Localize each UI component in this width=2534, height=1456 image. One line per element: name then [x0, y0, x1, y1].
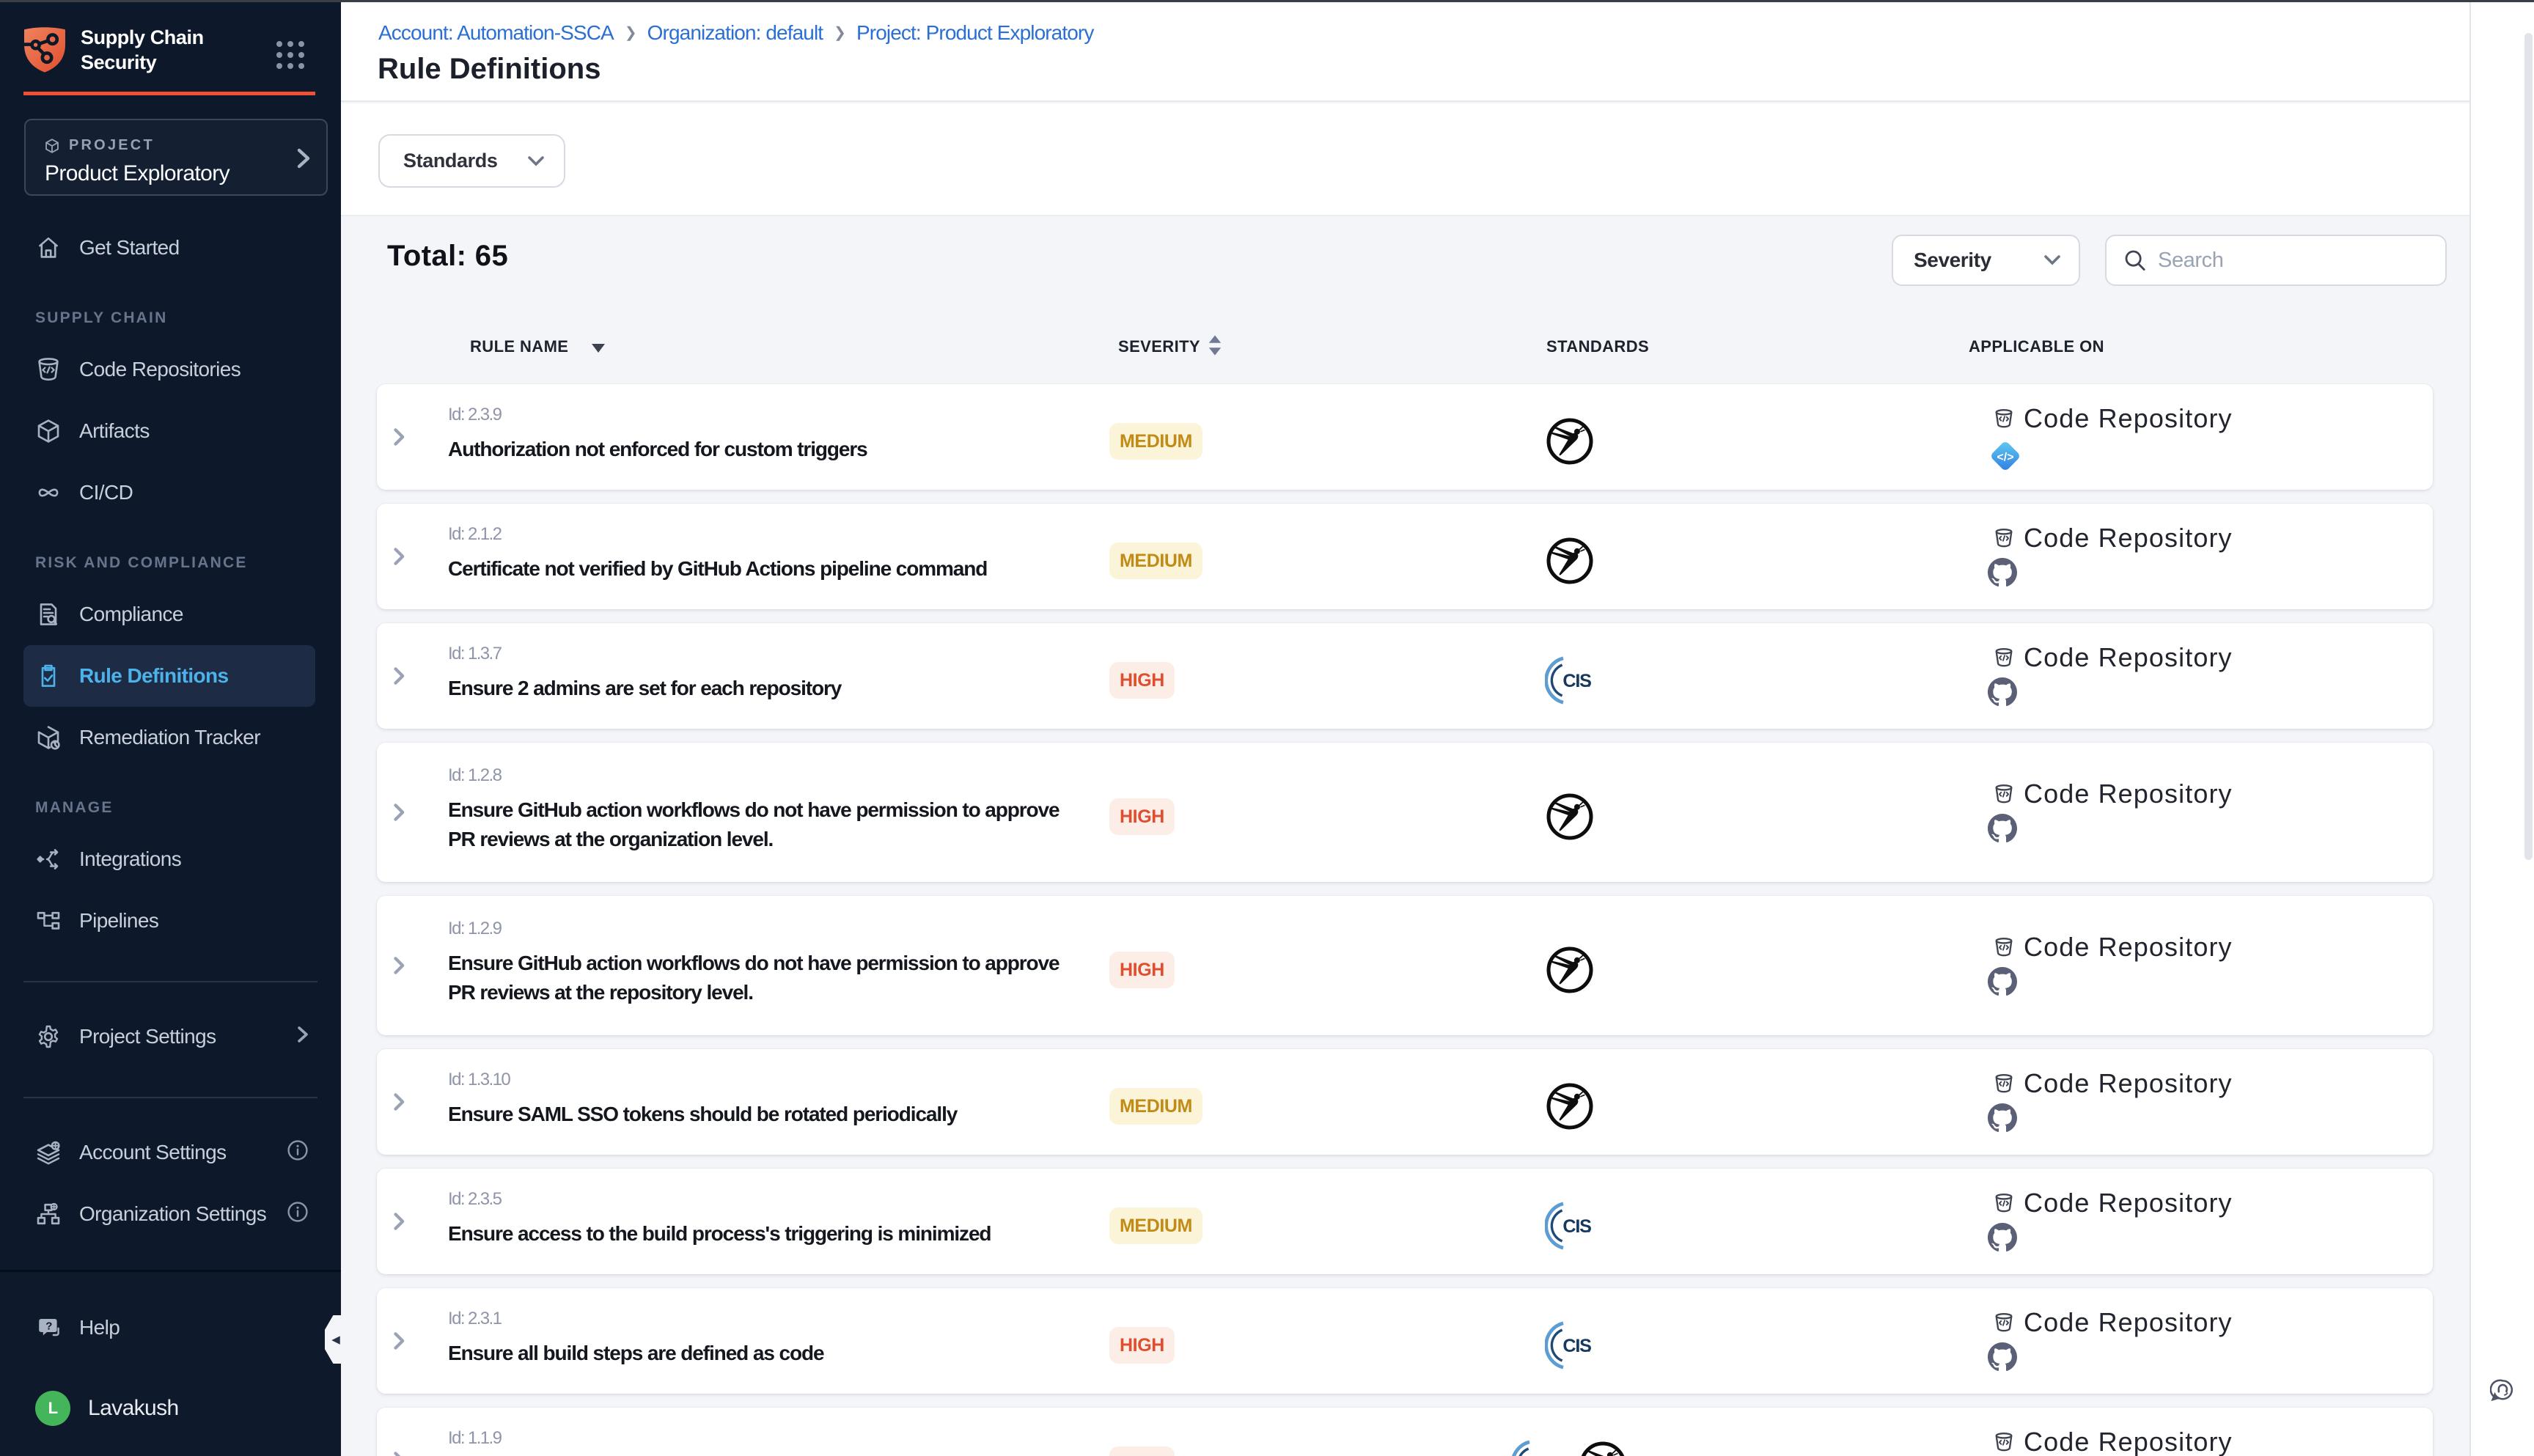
svg-text:</>: </> — [1997, 451, 2013, 463]
svg-text:CIS: CIS — [1562, 1216, 1591, 1237]
svg-text:?: ? — [45, 1320, 52, 1333]
svg-text:CIS: CIS — [1562, 671, 1591, 691]
svg-text:CIS: CIS — [1562, 1336, 1591, 1356]
